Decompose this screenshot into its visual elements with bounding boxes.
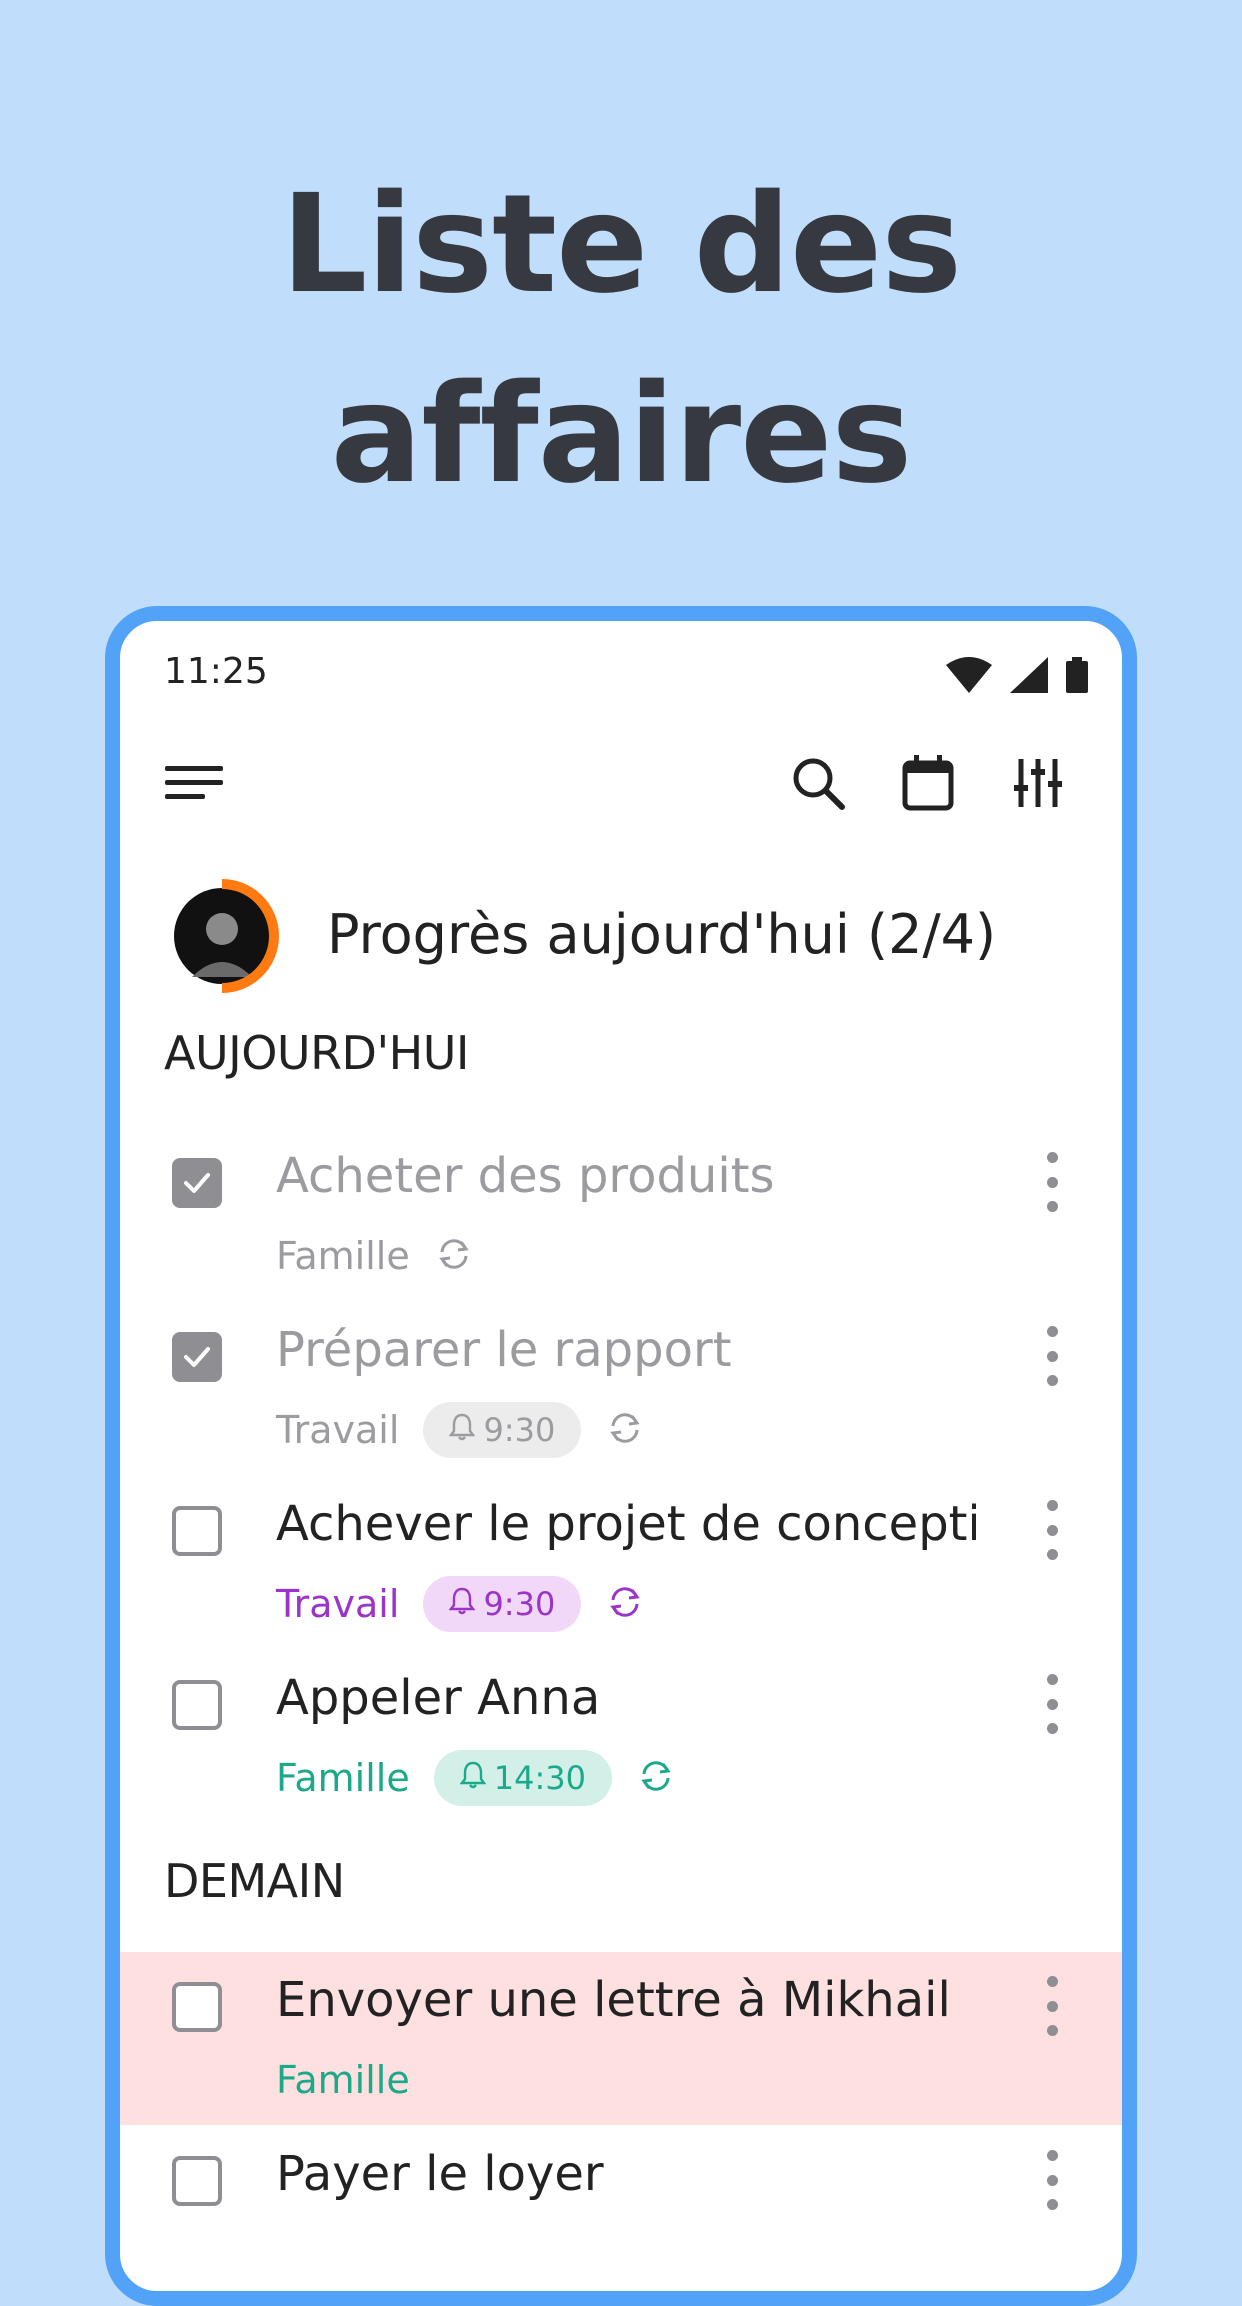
more-options-icon[interactable]: [1042, 1976, 1062, 2036]
wifi-icon: [946, 657, 992, 697]
task-meta: Famille: [276, 1228, 474, 1284]
task-title: Envoyer une lettre à Mikhail: [276, 1972, 951, 2028]
section-title-tomorrow: DEMAIN: [164, 1854, 345, 1908]
task-title: Acheter des produits: [276, 1148, 775, 1204]
task-item[interactable]: Acheter des produits Famille: [120, 1128, 1122, 1301]
headline: Liste des affaires: [0, 150, 1242, 530]
reminder-badge: 9:30: [423, 1402, 582, 1458]
status-time: 11:25: [164, 651, 268, 692]
task-item[interactable]: Préparer le rapport Travail 9:30: [120, 1302, 1122, 1475]
checkbox[interactable]: [172, 1680, 222, 1730]
task-category: Famille: [276, 1756, 410, 1800]
task-category: Travail: [276, 1408, 400, 1452]
section-title-today: AUJOURD'HUI: [164, 1026, 469, 1080]
checkbox[interactable]: [172, 2156, 222, 2206]
search-icon[interactable]: [788, 753, 848, 813]
task-title: Appeler Anna: [276, 1670, 601, 1726]
filter-sliders-icon[interactable]: [1008, 753, 1068, 813]
more-options-icon[interactable]: [1042, 2150, 1062, 2210]
progress-label: Progrès aujourd'hui (2/4): [327, 903, 997, 966]
check-icon: [184, 1347, 210, 1367]
task-title: Achever le projet de concepti...: [276, 1496, 976, 1552]
task-meta: Famille: [276, 2052, 410, 2108]
more-options-icon[interactable]: [1042, 1500, 1062, 1560]
task-item[interactable]: Envoyer une lettre à Mikhail Famille: [120, 1952, 1122, 2125]
phone-frame: 11:25 Progrès aujourd'hui (2/4) AUJOURD'…: [105, 606, 1137, 2306]
task-title: Préparer le rapport: [276, 1322, 732, 1378]
checkbox-checked[interactable]: [172, 1332, 222, 1382]
battery-icon: [1066, 657, 1088, 697]
more-options-icon[interactable]: [1042, 1152, 1062, 1212]
progress-row[interactable]: Progrès aujourd'hui (2/4): [120, 871, 1122, 1001]
task-item[interactable]: Appeler Anna Famille 14:30: [120, 1650, 1122, 1823]
task-meta: Travail 9:30: [276, 1576, 645, 1632]
checkbox[interactable]: [172, 1506, 222, 1556]
bell-icon: [449, 1585, 476, 1623]
task-item[interactable]: Payer le loyer: [120, 2126, 1122, 2291]
checkbox-checked[interactable]: [172, 1158, 222, 1208]
signal-icon: [1010, 657, 1048, 697]
calendar-icon[interactable]: [898, 753, 958, 813]
repeat-icon: [434, 1234, 474, 1278]
task-title: Payer le loyer: [276, 2146, 604, 2202]
task-item[interactable]: Achever le projet de concepti... Travail 9…: [120, 1476, 1122, 1649]
task-meta: Travail 9:30: [276, 1402, 645, 1458]
check-icon: [184, 1173, 210, 1193]
repeat-icon: [636, 1756, 676, 1800]
repeat-icon: [605, 1408, 645, 1452]
reminder-time: 9:30: [483, 1411, 556, 1449]
reminder-badge: 14:30: [433, 1750, 612, 1806]
toolbar: [120, 731, 1122, 831]
bell-icon: [459, 1759, 487, 1797]
more-options-icon[interactable]: [1042, 1326, 1062, 1386]
more-options-icon[interactable]: [1042, 1674, 1062, 1734]
headline-line-1: Liste des: [280, 166, 962, 324]
menu-icon[interactable]: [164, 753, 224, 813]
avatar: [170, 877, 280, 995]
task-category: Famille: [276, 1234, 410, 1278]
task-meta: Famille 14:30: [276, 1750, 676, 1806]
headline-line-2: affaires: [330, 356, 913, 514]
reminder-time: 9:30: [483, 1585, 556, 1623]
status-bar: 11:25: [120, 621, 1122, 721]
reminder-time: 14:30: [493, 1759, 586, 1797]
checkbox[interactable]: [172, 1982, 222, 2032]
repeat-icon: [605, 1582, 645, 1626]
bell-icon: [449, 1411, 476, 1449]
reminder-badge: 9:30: [423, 1576, 582, 1632]
task-category: Famille: [276, 2058, 410, 2102]
task-category: Travail: [276, 1582, 400, 1626]
